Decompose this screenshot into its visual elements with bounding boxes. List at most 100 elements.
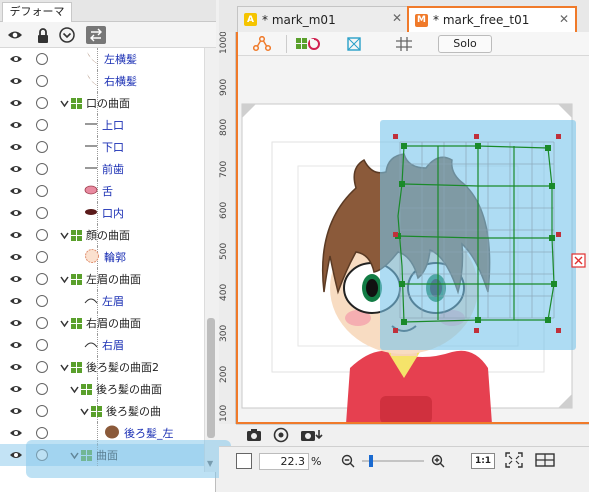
- tree-row[interactable]: 口の曲面: [0, 92, 204, 114]
- tree-row[interactable]: 右横髪: [0, 70, 204, 92]
- model-canvas[interactable]: Solo: [236, 32, 589, 424]
- visibility-eye-icon[interactable]: [9, 164, 23, 174]
- expand-chevron-icon[interactable]: [60, 99, 69, 108]
- line-icon: [84, 163, 98, 176]
- visibility-eye-icon[interactable]: [9, 428, 23, 438]
- tree-scrollbar[interactable]: ▼: [204, 48, 216, 472]
- visibility-eye-icon[interactable]: [9, 274, 23, 284]
- panel-tab-deformer[interactable]: デフォーマ: [2, 2, 72, 22]
- select-radio[interactable]: [36, 405, 48, 417]
- zoom-in-icon[interactable]: [431, 454, 445, 471]
- visibility-eye-icon[interactable]: [9, 450, 23, 460]
- select-radio[interactable]: [36, 53, 48, 65]
- solo-button[interactable]: Solo: [438, 35, 492, 53]
- layout-toggle-icon[interactable]: [535, 452, 555, 471]
- visibility-eye-icon[interactable]: [9, 120, 23, 130]
- fit-to-window-icon[interactable]: [505, 452, 523, 471]
- model-icon: A: [244, 13, 257, 26]
- tree-row[interactable]: 顔の曲面: [0, 224, 204, 246]
- expand-chevron-icon[interactable]: [60, 231, 69, 240]
- select-radio[interactable]: [36, 141, 48, 153]
- select-radio[interactable]: [36, 119, 48, 131]
- close-icon[interactable]: ✕: [392, 11, 402, 25]
- select-radio[interactable]: [36, 75, 48, 87]
- lock-icon[interactable]: [34, 26, 52, 44]
- expand-chevron-icon[interactable]: [60, 319, 69, 328]
- tab-mark-free-t01[interactable]: M * mark_free_t01 ✕: [407, 6, 577, 32]
- expand-chevron-icon[interactable]: [70, 385, 79, 394]
- scrollbar-thumb[interactable]: [207, 318, 215, 438]
- select-radio[interactable]: [36, 339, 48, 351]
- ruler-label: 600: [219, 201, 229, 219]
- visibility-eye-icon[interactable]: [9, 230, 23, 240]
- visibility-eye-icon[interactable]: [9, 252, 23, 262]
- tree-row[interactable]: 後ろ髪の曲: [0, 400, 204, 422]
- node-graph-icon[interactable]: [252, 35, 272, 53]
- tree-row[interactable]: 舌: [0, 180, 204, 202]
- select-radio[interactable]: [36, 229, 48, 241]
- visibility-eye-icon[interactable]: [9, 208, 23, 218]
- tree-row[interactable]: 後ろ髪の曲面: [0, 378, 204, 400]
- visibility-eye-icon[interactable]: [9, 340, 23, 350]
- grid-icon[interactable]: [394, 35, 414, 53]
- camera-download-icon[interactable]: [300, 428, 324, 445]
- camera-icon[interactable]: [246, 428, 262, 445]
- select-radio[interactable]: [36, 185, 48, 197]
- expand-chevron-icon[interactable]: [80, 407, 89, 416]
- tree-row[interactable]: 上口: [0, 114, 204, 136]
- tree-node-label: 右横髪: [104, 75, 137, 88]
- actual-size-button[interactable]: 1:1: [471, 453, 495, 469]
- tree-row[interactable]: 左眉: [0, 290, 204, 312]
- select-radio[interactable]: [36, 207, 48, 219]
- tree-row[interactable]: 右眉: [0, 334, 204, 356]
- brow-icon: [84, 339, 98, 352]
- tree-node-label: 後ろ髪の曲面: [96, 383, 162, 396]
- visibility-eye-icon[interactable]: [9, 76, 23, 86]
- tab-mark-m01[interactable]: A * mark_m01 ✕: [237, 6, 409, 32]
- select-radio[interactable]: [36, 97, 48, 109]
- select-radio[interactable]: [36, 427, 48, 439]
- tree-row[interactable]: 右眉の曲面: [0, 312, 204, 334]
- select-radio[interactable]: [36, 361, 48, 373]
- visibility-eye-icon[interactable]: [9, 296, 23, 306]
- visibility-eye-icon[interactable]: [9, 142, 23, 152]
- zoom-out-icon[interactable]: [341, 454, 355, 471]
- tree-row[interactable]: 輪郭: [0, 246, 204, 268]
- visibility-eye-icon[interactable]: [9, 54, 23, 64]
- visibility-eye-icon[interactable]: [9, 318, 23, 328]
- select-radio[interactable]: [36, 251, 48, 263]
- visibility-eye-icon[interactable]: [9, 98, 23, 108]
- transform-box-icon[interactable]: [344, 35, 364, 53]
- select-radio[interactable]: [36, 163, 48, 175]
- tree-row[interactable]: 口内: [0, 202, 204, 224]
- visibility-eye-icon[interactable]: [9, 384, 23, 394]
- background-color-swatch[interactable]: [236, 453, 252, 469]
- eye-icon[interactable]: [6, 26, 24, 44]
- select-radio[interactable]: [36, 383, 48, 395]
- close-icon[interactable]: ✕: [559, 12, 569, 26]
- warp-rotation-icon[interactable]: [294, 35, 322, 53]
- camera-refresh-icon[interactable]: [273, 427, 289, 446]
- expand-chevron-icon[interactable]: [60, 363, 69, 372]
- model-illustration: [241, 103, 586, 422]
- visibility-eye-icon[interactable]: [9, 186, 23, 196]
- select-radio[interactable]: [36, 273, 48, 285]
- select-radio[interactable]: [36, 295, 48, 307]
- visibility-eye-icon[interactable]: [9, 406, 23, 416]
- tree-row[interactable]: 下口: [0, 136, 204, 158]
- zoom-slider[interactable]: [362, 455, 424, 467]
- select-radio[interactable]: [36, 317, 48, 329]
- swap-icon[interactable]: [86, 26, 106, 44]
- visibility-eye-icon[interactable]: [9, 362, 23, 372]
- tree-node-label: 後ろ髪_左: [124, 427, 174, 440]
- tree-node-label: 下口: [102, 141, 124, 154]
- circle-chevron-down-icon[interactable]: [58, 26, 76, 44]
- tree-node: 舌: [84, 180, 113, 202]
- tree-row[interactable]: 前歯: [0, 158, 204, 180]
- zoom-input[interactable]: 22.3: [259, 453, 309, 470]
- expand-chevron-icon[interactable]: [60, 275, 69, 284]
- tree-row[interactable]: 左横髪: [0, 48, 204, 70]
- ruler-label: 700: [219, 160, 229, 178]
- tree-row[interactable]: 左眉の曲面: [0, 268, 204, 290]
- tree-row[interactable]: 後ろ髪の曲面2: [0, 356, 204, 378]
